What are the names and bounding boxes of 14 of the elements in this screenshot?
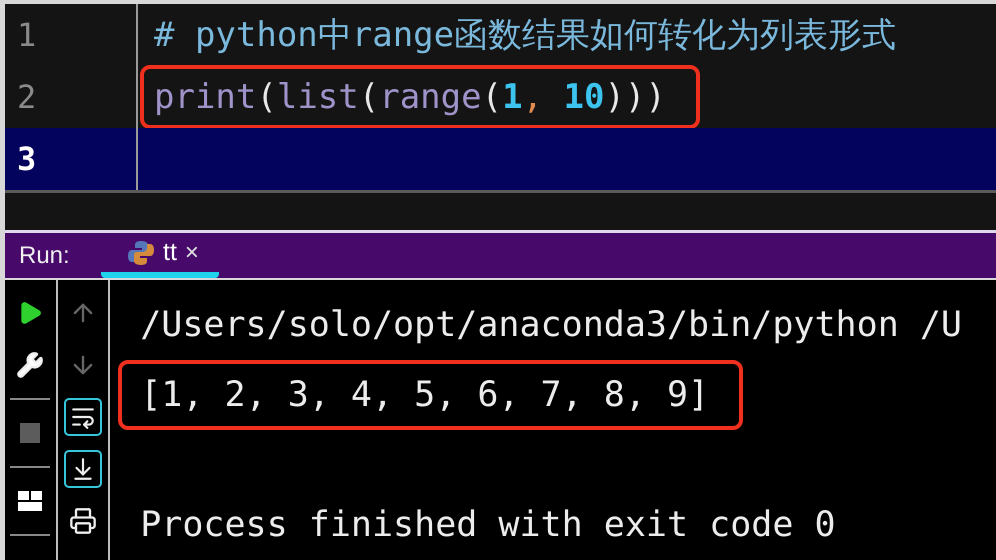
- soft-wrap-button[interactable]: [64, 398, 102, 436]
- layout-icon[interactable]: [17, 490, 44, 512]
- wrench-icon[interactable]: [16, 351, 44, 379]
- console-line: Process finished with exit code 0: [140, 504, 836, 547]
- printer-icon[interactable]: [68, 507, 97, 535]
- close-icon[interactable]: ×: [184, 238, 199, 267]
- python-icon: [127, 238, 155, 267]
- run-label: Run:: [18, 240, 71, 271]
- code-text: print(list(range(1, 10))): [154, 77, 666, 117]
- console-line: /Users/solo/opt/anaconda3/bin/python /U: [140, 304, 962, 347]
- scroll-to-end-button[interactable]: [64, 450, 102, 488]
- console-line: [1, 2, 3, 4, 5, 6, 7, 8, 9]: [140, 374, 710, 417]
- code-text: # python中range函数结果如何转化为列表形式: [154, 15, 896, 55]
- stop-icon[interactable]: [20, 423, 40, 443]
